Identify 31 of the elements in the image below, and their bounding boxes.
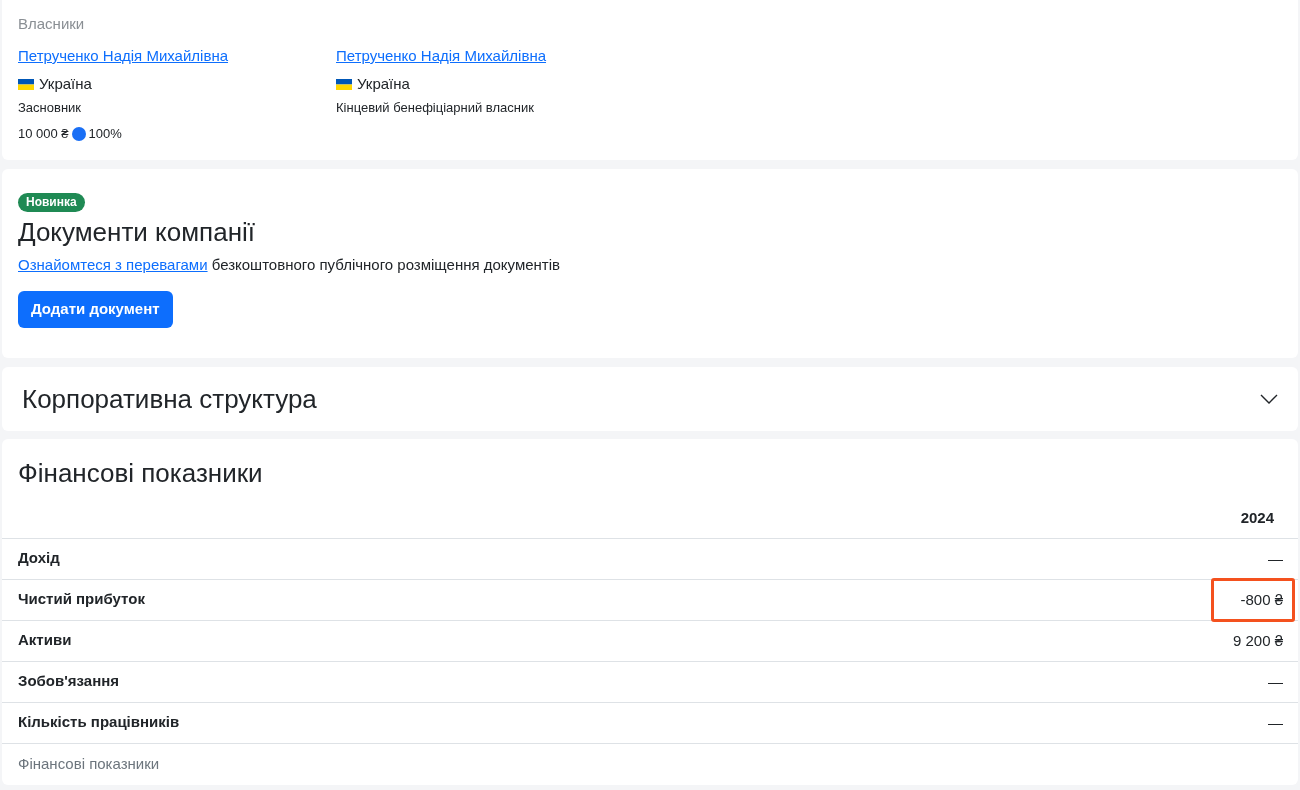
role-text: Засновник (18, 99, 82, 117)
description-text: Ознайомтеся з перевагами безкоштовного публічного розміщення документів (18, 255, 561, 275)
benefits-link[interactable]: Ознайомтеся з перевагами (18, 256, 208, 273)
capital-text: 10 000 ₴ (18, 125, 69, 143)
add-document-button[interactable]: Додати документ (18, 291, 173, 328)
table-cell-text: — (1267, 671, 1284, 692)
row-label: Зобов'язання (2, 661, 849, 702)
table-cell-text: 9 200 ₴ (1231, 630, 1284, 651)
flag-icon (336, 78, 352, 90)
accordion-header[interactable]: Корпоративна структура (2, 367, 1298, 431)
flag-icon (18, 78, 34, 90)
table-caption: Фінансові показники (2, 743, 1298, 785)
column-header: 2024 (848, 498, 1298, 538)
table-cell-text: — (1267, 548, 1284, 569)
section-heading: Фінансові показники (17, 457, 264, 489)
row-label: Активи (2, 620, 849, 661)
country-text: Україна (357, 74, 410, 94)
section-heading: Документи компанії (18, 216, 256, 248)
role-text: Кінцевий бенефіціарний власник (336, 99, 534, 117)
new-badge: Новинка (18, 193, 85, 212)
row-label: Чистий прибуток (2, 579, 849, 620)
highlighted-value: -800 ₴ (1211, 577, 1295, 622)
section-title: Власники (18, 14, 86, 34)
row-label: Дохід (2, 538, 849, 579)
owner-link[interactable]: Петрученко Надія Михайлівна (18, 46, 228, 66)
share-text: 100% (88, 125, 122, 143)
table-cell-text: — (1267, 712, 1284, 733)
country-text: Україна (39, 74, 92, 94)
owner-link[interactable]: Петрученко Надія Михайлівна (336, 46, 546, 66)
row-label: Кількість працівників (2, 702, 849, 743)
dot-icon (71, 127, 86, 141)
